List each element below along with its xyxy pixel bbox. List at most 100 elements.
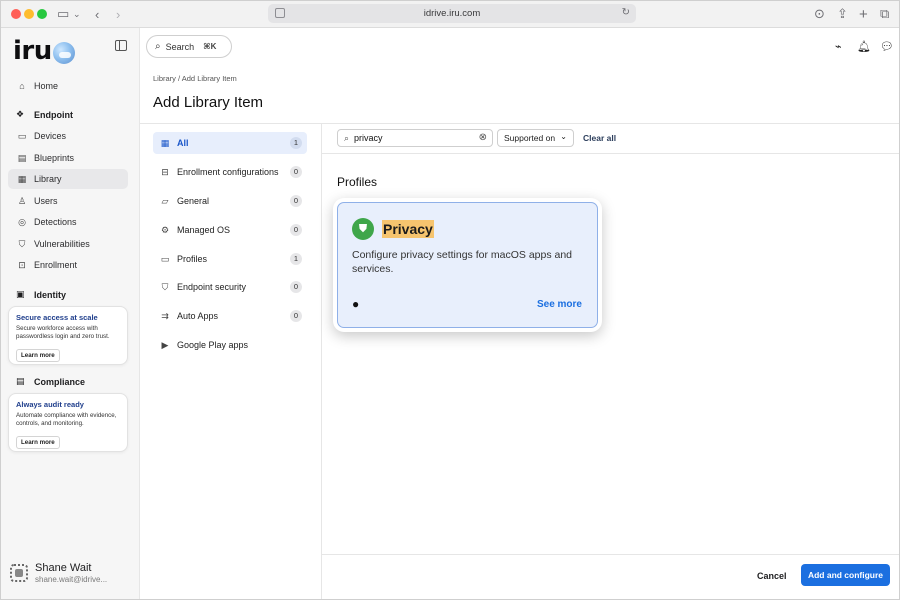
- library-icon: ▦: [17, 173, 27, 184]
- category-enrollment-configurations[interactable]: ⊟ Enrollment configurations 0: [153, 161, 307, 183]
- auto-apps-icon: ⇉: [161, 310, 169, 321]
- count-badge: 1: [290, 253, 302, 265]
- managed-os-icon: ⚙: [160, 224, 170, 235]
- tabs-overview-icon[interactable]: ⧉: [880, 5, 889, 23]
- new-tab-icon[interactable]: +: [859, 5, 868, 23]
- address-bar[interactable]: idrive.iru.com ↻: [268, 4, 636, 23]
- card-description: Configure privacy settings for macOS app…: [352, 249, 573, 275]
- category-profiles[interactable]: ▭ Profiles 1: [153, 248, 307, 270]
- search-icon: ⌕: [344, 132, 350, 143]
- supported-on-select[interactable]: Supported on ⌄: [497, 129, 574, 147]
- forward-icon[interactable]: ›: [116, 5, 120, 23]
- sidebar-section-identity: ▣ Identity: [16, 289, 67, 300]
- sidebar-section-endpoint: ❖ Endpoint: [16, 109, 73, 120]
- compliance-icon: ▤: [16, 376, 25, 386]
- vulnerabilities-icon: ⛉: [18, 238, 26, 249]
- count-badge: 1: [290, 137, 302, 149]
- page-title: Add Library Item: [153, 94, 264, 111]
- card-title: Privacy: [382, 220, 434, 238]
- browser-toolbar: ▭ ⌄ ‹ › idrive.iru.com ↻ ⊙ ⇪ + ⧉: [0, 0, 900, 28]
- sidebar-item-enrollment[interactable]: ⊡ Enrollment: [8, 255, 128, 275]
- sidebar-item-detections[interactable]: ◎ Detections: [8, 212, 128, 232]
- grid-icon: ▦: [160, 137, 170, 148]
- home-icon: ⌂: [19, 81, 25, 91]
- category-google-play-apps[interactable]: ▶ Google Play apps: [153, 334, 307, 356]
- count-badge: 0: [290, 310, 302, 322]
- collapse-sidebar-icon[interactable]: [115, 40, 127, 51]
- endpoint-icon: ❖: [16, 109, 25, 119]
- clear-search-icon[interactable]: ⊗: [479, 132, 487, 143]
- category-general[interactable]: ▱ General 0: [153, 190, 307, 212]
- sidebar-item-home[interactable]: ⌂ Home: [8, 76, 128, 96]
- detections-icon: ◎: [18, 216, 26, 227]
- activity-icon[interactable]: ⌁: [835, 40, 842, 53]
- search-icon: ⌕: [155, 41, 161, 52]
- enrollment-config-icon: ⊟: [161, 166, 169, 177]
- filter-bar: ⌕ ⊗ Supported on ⌄ Clear all: [322, 123, 900, 154]
- user-profile[interactable]: Shane Wait shane.wait@idrive...: [10, 562, 107, 584]
- app-sidebar: iru ⌂ Home ❖ Endpoint ▭ Devices ▤ Bluepr…: [0, 28, 140, 600]
- shortcut-badge: ⌘K: [203, 42, 217, 51]
- blueprints-icon: ▤: [17, 152, 27, 163]
- user-email: shane.wait@idrive...: [35, 575, 108, 584]
- folder-icon: ▱: [161, 195, 169, 206]
- enrollment-icon: ⊡: [18, 259, 26, 270]
- global-search-button[interactable]: ⌕ Search ⌘K: [146, 35, 232, 58]
- learn-more-button[interactable]: Learn more: [16, 349, 60, 363]
- chat-icon[interactable]: 💬︎: [880, 40, 894, 53]
- count-badge: 0: [290, 195, 302, 207]
- footer-actions: Cancel Add and configure: [322, 554, 900, 600]
- download-icon[interactable]: ⊙: [814, 5, 825, 23]
- chevron-down-icon[interactable]: ⌄: [73, 5, 81, 23]
- sidebar-toggle-icon[interactable]: ▭: [57, 5, 69, 23]
- count-badge: 0: [290, 281, 302, 293]
- minimize-window-button[interactable]: [24, 9, 34, 19]
- cancel-button[interactable]: Cancel: [757, 571, 787, 581]
- category-managed-os[interactable]: ⚙ Managed OS 0: [153, 219, 307, 241]
- avatar: [10, 564, 28, 582]
- shield-icon: ⛉: [161, 281, 169, 292]
- category-endpoint-security[interactable]: ⛉ Endpoint security 0: [153, 276, 307, 298]
- identity-icon: ▣: [16, 289, 25, 299]
- section-title: Profiles: [337, 175, 378, 189]
- count-badge: 0: [290, 224, 302, 236]
- devices-icon: ▭: [17, 130, 27, 141]
- clear-all-link[interactable]: Clear all: [583, 133, 616, 143]
- play-icon: ▶: [161, 339, 169, 350]
- category-all[interactable]: ▦ All 1: [153, 132, 307, 154]
- close-window-button[interactable]: [11, 9, 21, 19]
- chevron-down-icon: ⌄: [560, 132, 567, 141]
- count-badge: 0: [290, 166, 302, 178]
- privacy-shield-icon: ⛊: [352, 218, 374, 240]
- sidebar-item-vulnerabilities[interactable]: ⛉ Vulnerabilities: [8, 234, 128, 254]
- sidebar-item-blueprints[interactable]: ▤ Blueprints: [8, 148, 128, 168]
- promo-card-compliance: Always audit ready Automate compliance w…: [8, 393, 128, 452]
- breadcrumb[interactable]: Library / Add Library Item: [153, 74, 237, 83]
- zoom-window-button[interactable]: [37, 9, 47, 19]
- apple-icon: ●: [352, 297, 360, 311]
- sidebar-item-library[interactable]: ▦ Library: [8, 169, 128, 189]
- users-icon: ♙: [17, 195, 27, 206]
- globe-logo-icon: [52, 42, 75, 64]
- url-text: idrive.iru.com: [423, 8, 481, 19]
- add-and-configure-button[interactable]: Add and configure: [801, 564, 890, 586]
- see-more-link[interactable]: See more: [537, 299, 582, 310]
- sidebar-item-devices[interactable]: ▭ Devices: [8, 126, 128, 146]
- user-name: Shane Wait: [35, 562, 92, 574]
- page-icon: [275, 8, 285, 18]
- library-search[interactable]: ⌕ ⊗: [337, 129, 493, 147]
- iru-logo[interactable]: iru: [13, 36, 75, 66]
- reload-icon[interactable]: ↻: [622, 7, 630, 18]
- library-item-card-privacy[interactable]: ⛊ Privacy Configure privacy settings for…: [337, 202, 598, 328]
- sidebar-section-compliance: ▤ Compliance: [16, 376, 86, 387]
- profiles-folder-icon: ▭: [160, 253, 170, 264]
- learn-more-button[interactable]: Learn more: [16, 436, 60, 450]
- bell-icon[interactable]: 🔔︎: [857, 40, 871, 53]
- promo-card-identity: Secure access at scale Secure workforce …: [8, 306, 128, 365]
- back-icon[interactable]: ‹: [95, 5, 99, 23]
- sidebar-item-users[interactable]: ♙ Users: [8, 191, 128, 211]
- library-search-input[interactable]: [354, 133, 465, 143]
- share-icon[interactable]: ⇪: [837, 5, 848, 23]
- category-list: ▦ All 1 ⊟ Enrollment configurations 0 ▱ …: [140, 123, 322, 600]
- category-auto-apps[interactable]: ⇉ Auto Apps 0: [153, 305, 307, 327]
